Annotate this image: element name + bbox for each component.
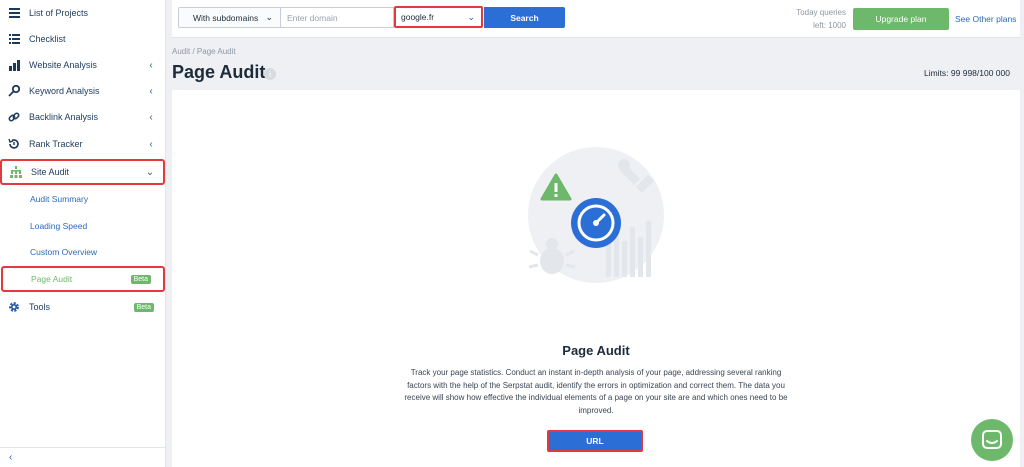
beta-badge: Beta [133,302,154,312]
page-audit-illustration-icon [514,145,664,285]
beta-badge: Beta [130,274,151,284]
sidebar-footer: ‹ [0,447,166,467]
site-audit-icon [10,166,22,178]
chat-icon [982,430,1002,449]
page-title: Page Audit [172,62,266,82]
sidebar-item-label: List of Projects [29,8,89,18]
website-analysis-icon [8,59,20,71]
sidebar-subitem-custom-overview[interactable]: Custom Overview [0,239,166,265]
sidebar-subitem-label: Custom Overview [30,247,98,257]
top-bar: With subdomains ⌄ Enter domain google.fr… [172,0,1020,38]
sidebar-subitem-audit-summary[interactable]: Audit Summary [0,186,166,212]
chevron-left-icon[interactable]: ‹ [146,60,156,71]
sidebar-item-keyword-analysis[interactable]: Keyword Analysis ‹ [0,78,166,104]
subdomains-select-value: With subdomains [193,12,259,23]
sidebar-subitem-page-audit[interactable]: Page Audit Beta [1,266,165,292]
chevron-left-icon[interactable]: ‹ [146,112,156,123]
checklist-icon [8,33,20,45]
card-title: Page Audit [562,343,630,358]
chevron-down-icon[interactable]: ⌄ [145,167,155,178]
sidebar-subitem-label: Page Audit [31,274,73,284]
limits: Limits: 99 998/100 000 [923,68,1010,78]
url-button[interactable]: URL [547,430,643,452]
sidebar-item-label: Site Audit [31,167,70,177]
sidebar-subitem-label: Loading Speed [30,221,88,231]
sidebar-item-checklist[interactable]: Checklist [0,26,166,52]
info-icon[interactable]: i [264,68,276,80]
chevron-down-icon: ⌄ [467,11,475,22]
sidebar-item-rank-tracker[interactable]: Rank Tracker ‹ [0,131,166,157]
search-engine-select[interactable]: google.fr ⌄ [394,6,483,28]
sidebar-subitem-loading-speed[interactable]: Loading Speed [0,213,166,239]
breadcrumb: Audit / Page Audit [172,47,236,56]
sidebar-item-list-of-projects[interactable]: List of Projects [0,0,166,26]
subdomains-select[interactable]: With subdomains ⌄ [178,7,281,28]
sidebar: List of Projects Checklist Website Analy… [0,0,166,467]
sidebar-item-website-analysis[interactable]: Website Analysis ‹ [0,52,166,78]
sidebar-subitem-label: Audit Summary [30,194,89,204]
search-button[interactable]: Search [484,7,565,28]
upgrade-plan-button[interactable]: Upgrade plan [853,8,949,30]
chevron-down-icon: ⌄ [265,12,273,22]
rank-tracker-icon [8,138,20,150]
domain-input[interactable]: Enter domain [281,7,394,28]
see-other-plans-link[interactable]: See Other plans [955,14,1016,24]
key-icon [8,85,20,97]
link-icon [8,111,20,123]
gear-icon [8,301,20,313]
sidebar-item-site-audit[interactable]: Site Audit ⌄ [0,159,165,185]
chevron-left-icon[interactable]: ‹ [146,139,156,150]
card-description: Track your page statistics. Conduct an i… [404,368,788,415]
search-engine-value: google.fr [401,12,435,22]
sidebar-item-backlink-analysis[interactable]: Backlink Analysis ‹ [0,104,166,130]
sidebar-item-label: Website Analysis [29,60,97,70]
sidebar-item-label: Tools [29,302,51,312]
queries-label: Today queries [796,8,846,17]
sidebar-item-label: Backlink Analysis [29,112,99,122]
sidebar-item-label: Keyword Analysis [29,86,100,96]
sidebar-item-label: Checklist [29,34,66,44]
sidebar-item-label: Rank Tracker [29,139,83,149]
queries-count: left: 1000 [813,21,846,30]
sidebar-item-tools[interactable]: Tools Beta [0,294,166,320]
list-icon [8,7,20,19]
chat-button[interactable] [971,419,1013,461]
collapse-sidebar-icon[interactable]: ‹ [9,452,12,463]
chevron-left-icon[interactable]: ‹ [146,86,156,97]
queries-left: Today queries left: 1000 [780,6,846,32]
